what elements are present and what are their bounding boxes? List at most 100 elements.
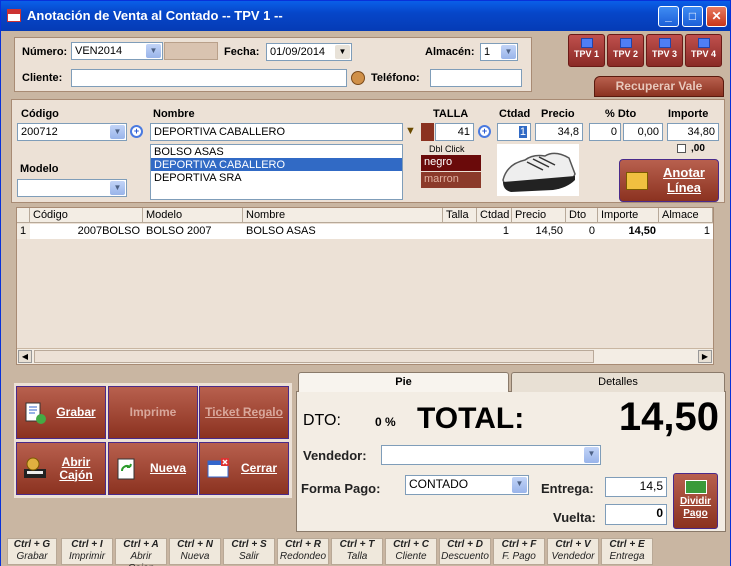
chevron-down-icon: ▼ — [335, 45, 350, 59]
shortcut-cliente[interactable]: Ctrl + C Cliente — [385, 538, 437, 565]
app-icon — [7, 9, 21, 22]
nombre-input[interactable]: DEPORTIVA CABALLERO — [150, 123, 403, 141]
close-window-button[interactable]: ✕ — [706, 6, 727, 27]
decimals-label: ,00 — [691, 143, 705, 154]
almacen-select[interactable]: 1 ▼ — [480, 43, 518, 61]
cash-drawer-icon — [24, 457, 46, 478]
shortcut-talla[interactable]: Ctrl + T Talla — [331, 538, 383, 565]
entrega-input[interactable]: 14,5 — [605, 477, 667, 497]
dto-value-input[interactable]: 0,00 — [623, 123, 663, 141]
forma-pago-label: Forma Pago: — [301, 481, 381, 496]
search-icon[interactable]: + — [130, 125, 143, 138]
numero-select[interactable]: VEN2014 ▼ — [71, 42, 163, 60]
chevron-down-icon: ▼ — [146, 44, 161, 58]
chevron-down-icon: ▼ — [501, 45, 516, 59]
tpv1-button[interactable]: TPV 1 — [568, 34, 605, 67]
tpv4-button[interactable]: TPV 4 — [685, 34, 722, 67]
dto-pct-input[interactable]: 0 — [589, 123, 621, 141]
chevron-down-icon: ▼ — [512, 477, 527, 493]
forma-pago-select[interactable]: CONTADO ▼ — [405, 475, 529, 495]
talla-color-swatch — [421, 123, 434, 141]
grid-header[interactable]: Dto — [566, 208, 598, 223]
name-suggestions-list[interactable]: BOLSO ASAS DEPORTIVA CABALLERO DEPORTIVA… — [150, 144, 403, 200]
table-icon — [626, 172, 648, 190]
shortcut-forma-pago[interactable]: Ctrl + F F. Pago — [493, 538, 545, 565]
window-title: Anotación de Venta al Contado -- TPV 1 -… — [27, 8, 283, 23]
ctdad-input[interactable]: 1 — [497, 123, 531, 141]
lines-grid[interactable]: Código Modelo Nombre Talla Ctdad Precio … — [16, 207, 714, 365]
grid-header[interactable]: Precio — [512, 208, 566, 223]
anotar-linea-button[interactable]: Anotar Línea — [619, 159, 719, 202]
tab-detalles[interactable]: Detalles — [511, 372, 725, 392]
color-option-negro[interactable]: negro — [421, 155, 481, 171]
list-item[interactable]: BOLSO ASAS — [151, 145, 402, 158]
nueva-button[interactable]: Nueva — [108, 442, 198, 495]
list-item[interactable]: DEPORTIVA SRA — [151, 171, 402, 184]
scroll-thumb[interactable] — [34, 350, 594, 363]
precio-label: Precio — [541, 108, 575, 120]
cerrar-button[interactable]: Cerrar — [199, 442, 289, 495]
abrir-cajon-button[interactable]: Abrir Cajón — [16, 442, 106, 495]
document-save-icon — [25, 402, 46, 424]
shortcut-imprimir[interactable]: Ctrl + I Imprimir — [61, 538, 113, 565]
shortcut-redondeo[interactable]: Ctrl + R Redondeo — [277, 538, 329, 565]
tab-pie[interactable]: Pie — [298, 372, 509, 392]
grabar-button[interactable]: Grabar — [16, 386, 106, 439]
telefono-label: Teléfono: — [371, 72, 420, 84]
chevron-down-icon: ▼ — [110, 125, 125, 139]
vendedor-select[interactable]: ▼ — [381, 445, 601, 465]
grid-header[interactable]: Importe — [598, 208, 659, 223]
grid-header[interactable]: Ctdad — [477, 208, 512, 223]
scroll-left-icon[interactable]: ◀ — [18, 350, 32, 363]
shortcut-grabar[interactable]: Ctrl + G Grabar — [7, 538, 57, 565]
dividir-pago-button[interactable]: Dividir Pago — [673, 473, 718, 529]
color-option-marron[interactable]: marron — [421, 172, 481, 188]
monitor-icon — [658, 38, 671, 48]
cliente-input[interactable] — [71, 69, 347, 87]
shortcut-entrega[interactable]: Ctrl + E Entrega — [601, 538, 653, 565]
grid-header[interactable]: Modelo — [143, 208, 243, 223]
chevron-down-icon: ▼ — [110, 181, 125, 195]
shortcut-descuento[interactable]: Ctrl + D Descuento — [439, 538, 491, 565]
shortcut-nueva[interactable]: Ctrl + N Nueva — [169, 538, 221, 565]
money-icon — [684, 480, 707, 494]
horizontal-scrollbar[interactable]: ◀ ▶ — [17, 348, 713, 364]
telefono-input[interactable] — [430, 69, 522, 87]
title-bar[interactable]: Anotación de Venta al Contado -- TPV 1 -… — [1, 1, 730, 31]
codigo-label: Código — [21, 108, 59, 120]
minimize-button[interactable]: _ — [658, 6, 679, 27]
grid-header[interactable]: Almace — [659, 208, 713, 223]
imprime-button[interactable]: Imprime — [108, 386, 198, 439]
importe-input[interactable]: 34,80 — [667, 123, 719, 141]
total-label: TOTAL: — [417, 402, 525, 435]
talla-input[interactable]: 41 — [435, 123, 474, 141]
recuperar-vale-button[interactable]: Recuperar Vale — [594, 76, 724, 97]
entrega-label: Entrega: — [541, 481, 594, 496]
maximize-button[interactable]: □ — [682, 6, 703, 27]
modelo-label: Modelo — [20, 163, 59, 175]
fecha-picker[interactable]: 01/09/2014 ▼ — [266, 43, 352, 61]
codigo-select[interactable]: 200712 ▼ — [17, 123, 127, 141]
decimals-checkbox[interactable] — [677, 144, 686, 153]
shortcut-abrir-cajon[interactable]: Ctrl + AAbrir Cajon — [115, 538, 167, 566]
vendedor-label: Vendedor: — [303, 448, 367, 463]
shortcut-salir[interactable]: Ctrl + S Salir — [223, 538, 275, 565]
talla-label: TALLA — [433, 108, 469, 120]
grid-header[interactable]: Talla — [443, 208, 477, 223]
scroll-right-icon[interactable]: ▶ — [698, 350, 712, 363]
grid-header[interactable]: Código — [30, 208, 143, 223]
modelo-select[interactable]: ▼ — [17, 179, 127, 197]
filter-icon[interactable]: ▼ — [405, 125, 419, 137]
ticket-regalo-button[interactable]: Ticket Regalo — [199, 386, 289, 439]
vuelta-input[interactable]: 0 — [605, 504, 667, 525]
tpv3-button[interactable]: TPV 3 — [646, 34, 683, 67]
total-value: 14,50 — [618, 395, 719, 439]
grid-header[interactable]: Nombre — [243, 208, 443, 223]
shortcut-vendedor[interactable]: Ctrl + V Vendedor — [547, 538, 599, 565]
dto-total-value: 0 % — [375, 415, 396, 429]
tpv2-button[interactable]: TPV 2 — [607, 34, 644, 67]
talla-search-icon[interactable]: + — [478, 125, 491, 138]
list-item-selected[interactable]: DEPORTIVA CABALLERO — [151, 158, 402, 171]
precio-input[interactable]: 34,8 — [535, 123, 583, 141]
client-search-icon[interactable] — [351, 71, 365, 85]
